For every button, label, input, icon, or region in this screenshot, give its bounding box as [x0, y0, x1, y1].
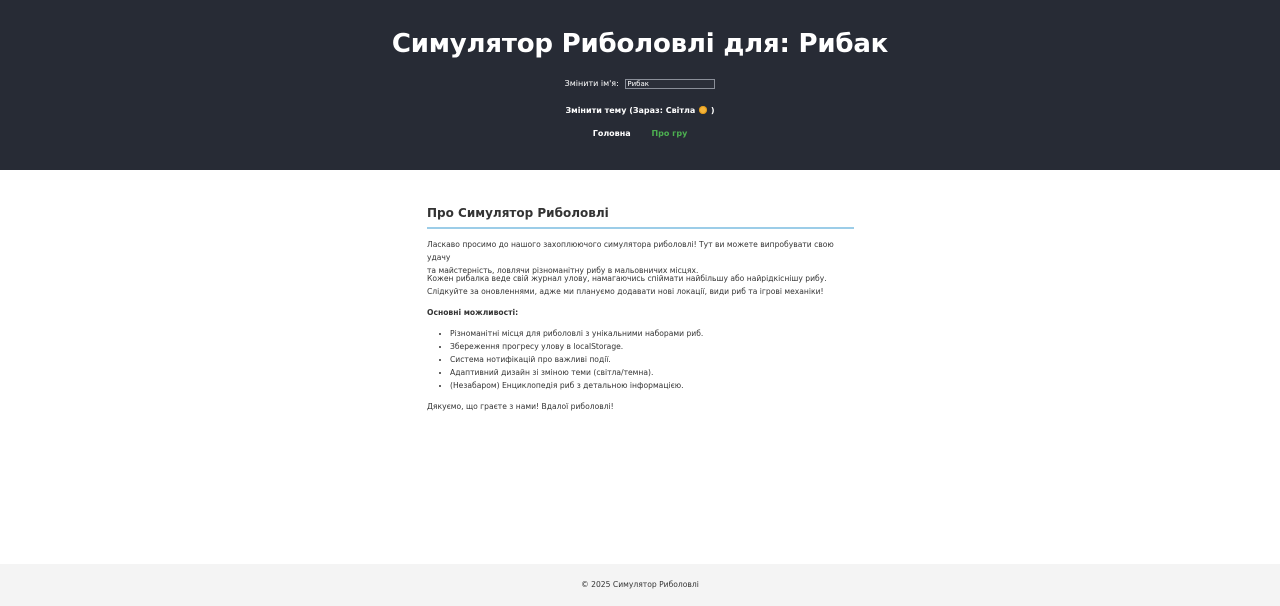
theme-button-suffix: ) — [710, 106, 715, 115]
list-item: Адаптивний дизайн зі зміною теми (світла… — [450, 366, 703, 379]
page-title: Симулятор Риболовлі для: Рибак — [391, 29, 889, 59]
nav-link-home[interactable]: Головна — [593, 128, 631, 140]
theme-toggle-button[interactable]: Змінити тему (Зараз: Світла ) — [540, 104, 740, 118]
change-name-row: Змінити ім'я: — [0, 78, 1280, 90]
features-list: Різноманітні місця для риболовлі з уніка… — [427, 327, 703, 392]
journal-line-2: Слідкуйте за оновленнями, адже ми планує… — [427, 287, 824, 296]
journal-line-1: Кожен рибалка веде свій журнал улову, на… — [427, 274, 827, 283]
name-input[interactable] — [625, 79, 716, 89]
about-section: Про Симулятор Риболовлі Ласкаво просимо … — [427, 205, 854, 411]
journal-paragraph: Кожен рибалка веде свій журнал улову, на… — [427, 272, 854, 298]
change-name-label: Змінити ім'я: — [564, 79, 619, 88]
theme-button-label: Змінити тему (Зараз: Світла — [565, 106, 696, 115]
features-title: Основні можливості: — [427, 308, 519, 317]
list-item: Різноманітні місця для риболовлі з уніка… — [450, 327, 703, 340]
list-item: Збереження прогресу улову в localStorage… — [450, 340, 703, 353]
copyright-text: © 2025 Симулятор Риболовлі — [581, 580, 699, 589]
sun-icon — [699, 106, 708, 114]
section-heading: Про Симулятор Риболовлі — [427, 205, 854, 229]
site-footer: © 2025 Симулятор Риболовлі — [0, 564, 1280, 606]
thanks-text: Дякуємо, що граєте з нами! Вдалої риболо… — [427, 402, 614, 411]
nav-link-about[interactable]: Про гру — [651, 128, 687, 140]
intro-line-1: Ласкаво просимо до нашого захоплюючого с… — [427, 240, 834, 262]
list-item: Система нотифікацій про важливі події. — [450, 353, 703, 366]
list-item: (Незабаром) Енциклопедія риб з детальною… — [450, 379, 703, 392]
main-nav: Головна Про гру — [0, 128, 1280, 140]
site-header: Симулятор Риболовлі для: Рибак Змінити і… — [0, 0, 1280, 170]
